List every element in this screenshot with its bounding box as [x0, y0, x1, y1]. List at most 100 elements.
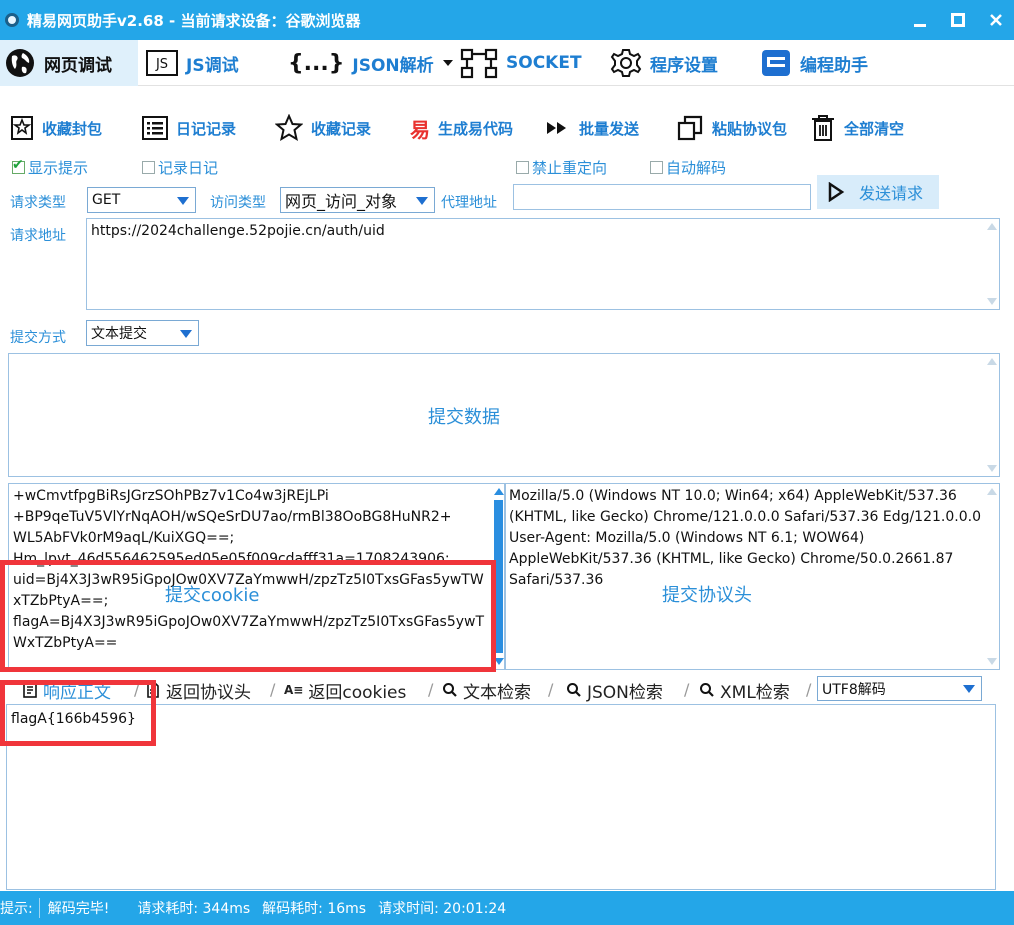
search-icon [567, 683, 581, 697]
bookmark-records-button[interactable]: 收藏记录 [275, 108, 371, 148]
trash-icon [812, 115, 834, 141]
request-url-input[interactable]: https://2024challenge.52pojie.cn/auth/ui… [86, 218, 1000, 310]
checkbox-checked[interactable] [12, 157, 25, 174]
main-tab-bar: 网页调试 JS JS调试 {...} JSON解析 SOCKET 程序设置 编程… [0, 40, 1014, 86]
select-value: 网页_访问_对象 [285, 192, 398, 211]
headers-text: Mozilla/5.0 (Windows NT 10.0; Win64; x64… [509, 488, 981, 588]
proxy-address-input[interactable] [513, 184, 811, 210]
app-icon [5, 13, 19, 27]
chevron-down-icon[interactable] [442, 58, 454, 68]
status-bar: 提示: 解码完毕! 请求耗时: 344ms 解码耗时: 16ms 请求时间: 2… [0, 891, 1014, 925]
minimize-button[interactable] [910, 10, 930, 30]
tab-web-debug[interactable]: 网页调试 [0, 40, 138, 86]
tool-label: 生成易代码 [438, 119, 514, 138]
fast-forward-icon [547, 122, 566, 134]
paste-packet-button[interactable]: 粘贴协议包 [676, 108, 787, 148]
title-bar: 精易网页助手v2.68 - 当前请求设备：谷歌浏览器 [0, 0, 1014, 40]
chevron-down-icon [177, 197, 189, 205]
tab-text-search[interactable]: 文本检索 [442, 676, 531, 704]
tab-json-search[interactable]: JSON检索 [566, 676, 663, 704]
tool-label: 收藏记录 [311, 119, 372, 138]
log-diary-checkbox[interactable]: 记录日记 [142, 156, 218, 178]
checkbox-unchecked[interactable] [142, 160, 155, 174]
checkbox-unchecked[interactable] [650, 160, 663, 174]
tab-response-body[interactable]: 响应正文 [22, 676, 111, 704]
scrollbar[interactable] [985, 354, 999, 476]
tab-json-parse[interactable]: {...} JSON解析 [288, 40, 454, 86]
close-button[interactable] [986, 10, 1006, 30]
chevron-down-icon [963, 685, 975, 693]
request-type-select[interactable]: GET [87, 187, 196, 213]
maximize-button[interactable] [948, 10, 968, 30]
select-value: GET [92, 192, 121, 208]
post-data-input[interactable] [8, 353, 1000, 477]
response-body-output[interactable]: flagA{166b4596} [6, 704, 996, 890]
show-tips-checkbox[interactable]: 显示提示 [12, 156, 88, 178]
search-icon [443, 683, 457, 697]
select-value: UTF8解码 [822, 681, 886, 698]
no-redirect-checkbox[interactable]: 禁止重定向 [516, 156, 607, 178]
scrollbar[interactable] [985, 219, 999, 309]
tab-coding-assistant[interactable]: 编程助手 [760, 40, 868, 86]
checkbox-unchecked[interactable] [516, 160, 529, 174]
request-time: 请求耗时: 344ms [137, 901, 251, 917]
svg-text:JS: JS [155, 57, 168, 72]
access-type-select[interactable]: 网页_访问_对象 [280, 187, 435, 213]
bookmark-icon [11, 116, 33, 140]
response-text: flagA{166b4596} [11, 711, 136, 727]
action-toolbar: 收藏封包 日记记录 收藏记录 易 生成易代码 批量发送 粘贴协议包 全部清空 [0, 108, 1014, 148]
chevron-down-icon [180, 330, 192, 338]
tab-label: 网页调试 [44, 55, 112, 76]
clear-all-button[interactable]: 全部清空 [810, 108, 904, 148]
file-icon [147, 682, 159, 698]
diary-log-button[interactable]: 日记记录 [142, 108, 236, 148]
scrollbar[interactable] [985, 484, 999, 669]
tab-response-headers[interactable]: 返回协议头 [145, 676, 251, 704]
auto-decode-checkbox[interactable]: 自动解码 [650, 156, 726, 178]
window-title: 精易网页助手v2.68 - 当前请求设备：谷歌浏览器 [27, 11, 361, 30]
bookmark-packet-button[interactable]: 收藏封包 [10, 108, 102, 148]
socket-icon [460, 48, 498, 79]
tab-response-cookies[interactable]: A≡ 返回cookies [284, 676, 406, 704]
scrollbar[interactable] [492, 484, 504, 669]
list-icon [142, 116, 168, 140]
send-label: 发送请求 [859, 184, 924, 203]
generate-code-button[interactable]: 易 生成易代码 [410, 108, 513, 148]
tab-xml-search[interactable]: XML检索 [699, 676, 790, 704]
tab-settings[interactable]: 程序设置 [610, 40, 718, 86]
close-icon [990, 14, 1002, 26]
maximize-icon [951, 13, 965, 27]
tool-label: 收藏封包 [42, 119, 103, 138]
assistant-icon [762, 50, 790, 76]
submit-mode-select[interactable]: 文本提交 [86, 320, 199, 346]
tab-socket[interactable]: SOCKET [460, 40, 582, 86]
checkbox-label: 自动解码 [666, 158, 727, 177]
play-icon [828, 182, 845, 202]
cookie-text: +wCmvtfpgBiRsJGrzSOhPBz7v1Co4w3jREjLPi +… [13, 488, 485, 651]
proxy-address-label: 代理地址 [441, 195, 497, 211]
send-request-button[interactable]: 发送请求 [817, 175, 939, 209]
tab-label: 程序设置 [650, 55, 718, 76]
tab-label: JSON检索 [587, 682, 663, 703]
tab-label: 返回cookies [308, 682, 407, 703]
decode-select[interactable]: UTF8解码 [817, 676, 982, 701]
cookie-input[interactable]: +wCmvtfpgBiRsJGrzSOhPBz7v1Co4w3jREjLPi +… [8, 483, 505, 670]
submit-mode-label: 提交方式 [10, 330, 66, 346]
select-value: 文本提交 [91, 326, 147, 342]
checkbox-label: 记录日记 [158, 158, 219, 177]
cookie-icon: A≡ [284, 683, 304, 697]
batch-send-button[interactable]: 批量发送 [545, 108, 639, 148]
access-type-label: 访问类型 [210, 195, 266, 211]
braces-icon: {...} [288, 50, 345, 76]
yi-icon: 易 [410, 117, 430, 142]
tool-label: 批量发送 [579, 119, 640, 138]
document-icon [23, 682, 37, 698]
request-type-label: 请求类型 [10, 195, 66, 211]
js-icon: JS [146, 50, 178, 76]
tab-js-debug[interactable]: JS JS调试 [146, 40, 239, 86]
tab-label: 编程助手 [800, 55, 868, 76]
checkbox-label: 显示提示 [28, 158, 89, 177]
tab-label: JS调试 [186, 55, 239, 76]
status-message: 解码完毕! [38, 898, 109, 918]
headers-input[interactable]: Mozilla/5.0 (Windows NT 10.0; Win64; x64… [505, 483, 1000, 670]
